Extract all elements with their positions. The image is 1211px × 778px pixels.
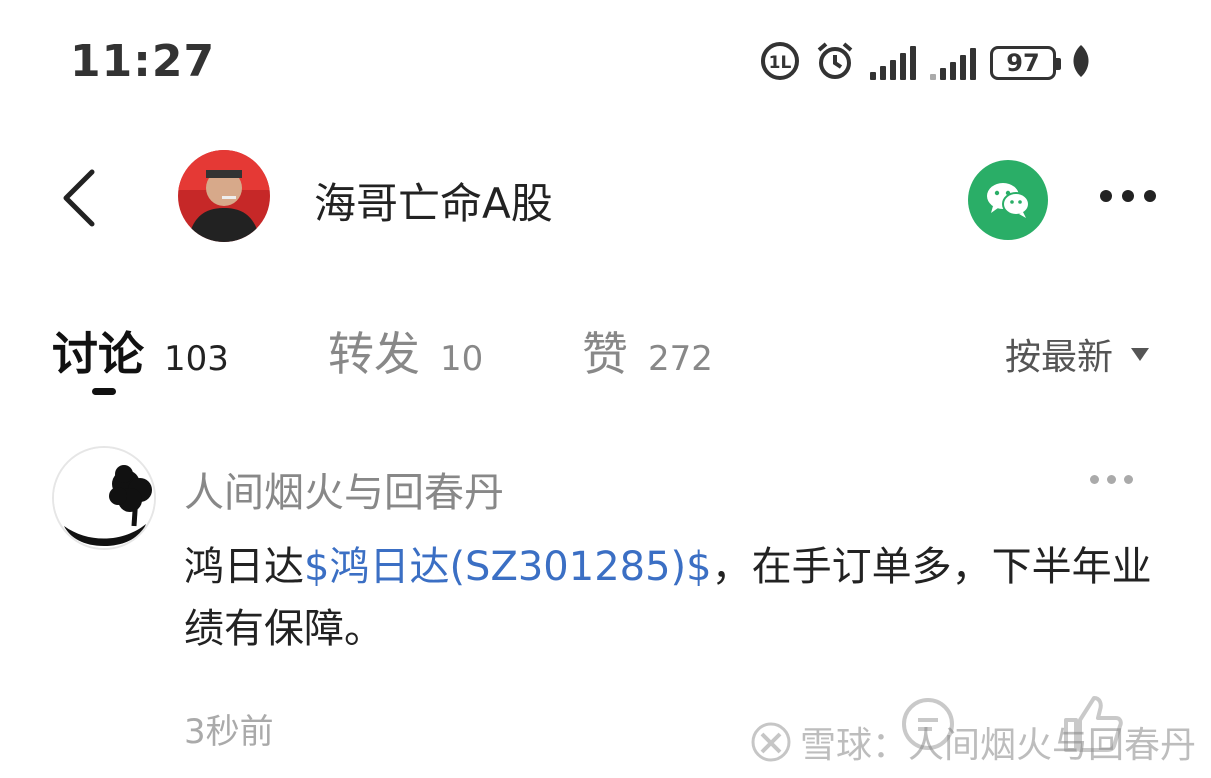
active-tab-indicator [92,388,116,395]
back-button[interactable] [58,168,102,228]
alarm-icon [814,40,856,86]
wechat-icon [987,183,1030,218]
post-author-name[interactable]: 人间烟火与回春丹 [184,460,504,518]
post-timestamp: 3秒前 [184,712,274,752]
more-icon [1090,475,1133,484]
watermark-text: 雪球：人间烟火与回春丹 [800,725,1197,766]
sort-label: 按最新 [1005,337,1114,378]
post-author-avatar[interactable] [52,446,156,550]
tab-discussion[interactable]: 讨论 103 [52,318,229,384]
tab-likes[interactable]: 赞 272 [582,318,713,384]
post-more-button[interactable] [1090,475,1133,484]
signal-icon [870,46,916,80]
tab-count: 10 [440,339,484,379]
avatar[interactable] [178,150,270,242]
stock-link[interactable]: $鸿日达(SZ301285)$ [304,544,712,590]
page-title: 海哥亡命A股 [314,179,553,228]
tab-count: 103 [164,339,229,379]
post-content: 鸿日达$鸿日达(SZ301285)$，在手订单多，下半年业绩有保障。 [184,536,1174,660]
status-icons: 1L 97 [760,38,1092,88]
tab-label: 讨论 [52,327,144,381]
status-time: 11:27 [70,36,216,87]
signal-icon-2 [930,46,976,80]
charging-leaf-icon [1070,43,1092,83]
tab-label: 转发 [328,327,420,381]
sort-dropdown[interactable]: 按最新 [1005,328,1150,380]
svg-text:1L: 1L [769,53,792,73]
caret-down-icon [1131,347,1150,361]
back-icon [63,169,95,227]
hd-icon: 1L [760,41,800,85]
more-icon [1100,190,1156,202]
tab-count: 272 [648,339,713,379]
wechat-share-button[interactable] [968,160,1048,240]
xueqiu-logo-icon [751,722,791,762]
xueqiu-watermark: 雪球：人间烟火与回春丹 [750,716,1196,768]
battery-level: 97 [1006,49,1040,77]
tab-repost[interactable]: 转发 10 [328,318,483,384]
tab-label: 赞 [582,327,628,381]
more-button[interactable] [1100,190,1156,202]
battery-icon: 97 [990,46,1061,80]
post-text-prefix: 鸿日达 [184,544,304,590]
